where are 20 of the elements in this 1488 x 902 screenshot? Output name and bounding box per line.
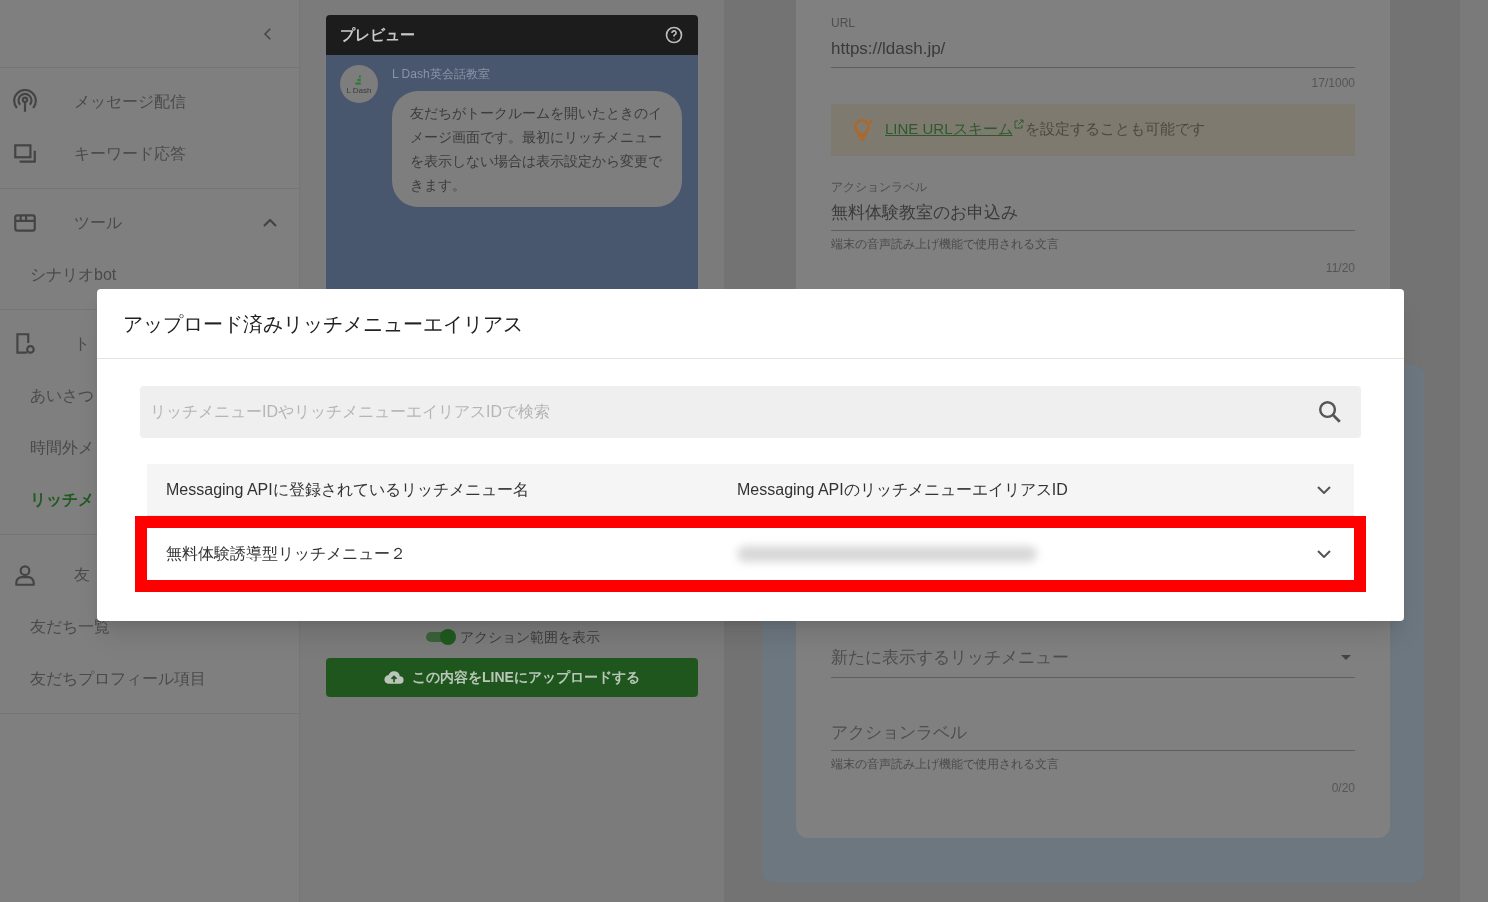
- sidebar-item[interactable]: リッチメ: [30, 488, 94, 512]
- message-text: 友だちがトークルームを開いたときのイメージ画面です。最初にリッチメニューを表示しない場合は表示設定から変更できます。: [410, 104, 663, 195]
- scheme-link[interactable]: LINE URLスキーム: [885, 120, 1013, 138]
- column-header: Messaging APIのリッチメニューエイリアスID: [737, 479, 1069, 500]
- chevron-icon: [1317, 550, 1331, 558]
- dropdown-icon: [1341, 655, 1351, 661]
- preview-title: プレビュー: [340, 24, 415, 45]
- help-icon: [664, 25, 684, 45]
- input-field[interactable]: https://ldash.jp/: [831, 32, 1355, 68]
- table-cell-text: 無料体験誘導型リッチメニュー２: [166, 544, 407, 564]
- search-icon: [1319, 401, 1341, 423]
- chevron-icon: [1317, 485, 1331, 494]
- toggle-switch[interactable]: [424, 629, 456, 645]
- column-header: Messaging APIに登録されているリッチメニュー名: [166, 479, 530, 500]
- upload-button[interactable]: この内容をLINEにアップロードする: [326, 658, 698, 697]
- dialog-title: アップロード済みリッチメニューエイリアス: [123, 311, 523, 337]
- person-icon: [12, 562, 38, 588]
- external-link-icon: [1012, 118, 1025, 131]
- antenna-icon: [12, 89, 38, 115]
- input-field[interactable]: 無料体験教室のお申込み: [831, 195, 1355, 231]
